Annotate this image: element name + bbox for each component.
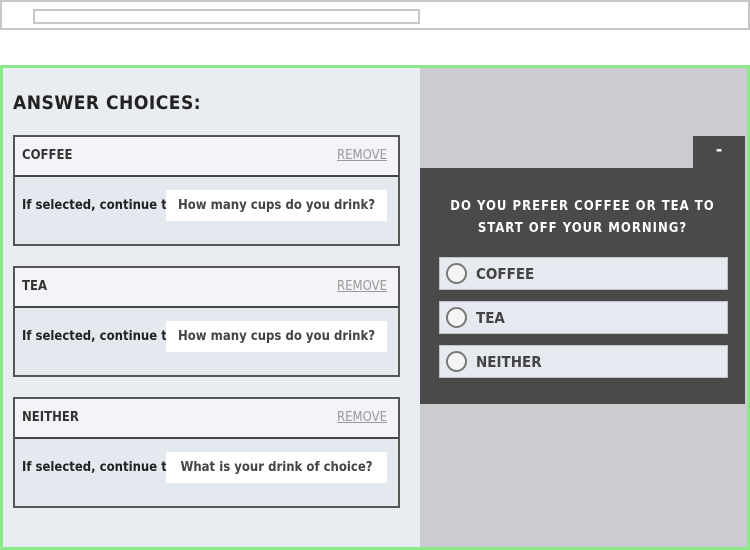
- radio-icon[interactable]: [446, 351, 467, 372]
- option-tea[interactable]: TEA: [439, 301, 728, 334]
- choice-card-header: TEA REMOVE: [15, 268, 398, 308]
- continue-label: If selected, continue to:: [22, 329, 180, 344]
- option-neither[interactable]: NEITHER: [439, 345, 728, 378]
- question-text: DO YOU PREFER COFFEE OR TEA TO START OFF…: [450, 199, 715, 236]
- choice-name: NEITHER: [22, 410, 79, 425]
- continue-label: If selected, continue to:: [22, 198, 180, 213]
- option-label: COFFEE: [476, 265, 535, 283]
- choice-name: TEA: [22, 279, 48, 294]
- choice-card-coffee: COFFEE REMOVE If selected, continue to: …: [13, 135, 400, 246]
- choice-card-body: If selected, continue to: How many cups …: [15, 177, 398, 244]
- choice-card-header: NEITHER REMOVE: [15, 399, 398, 439]
- continue-to-select[interactable]: What is your drink of choice?: [166, 452, 387, 483]
- answer-choices-title: ANSWER CHOICES:: [13, 92, 202, 114]
- remove-choice-link[interactable]: REMOVE: [337, 279, 387, 294]
- answer-choices-editor: ANSWER CHOICES: COFFEE REMOVE If selecte…: [3, 68, 420, 547]
- continue-label: If selected, continue to:: [22, 460, 180, 475]
- continue-to-select[interactable]: How many cups do you drink?: [166, 190, 387, 221]
- choice-card-body: If selected, continue to: How many cups …: [15, 308, 398, 375]
- continue-to-select[interactable]: How many cups do you drink?: [166, 321, 387, 352]
- choice-name: COFFEE: [22, 148, 73, 163]
- choice-card-header: COFFEE REMOVE: [15, 137, 398, 177]
- option-coffee[interactable]: COFFEE: [439, 257, 728, 290]
- collapse-preview-button[interactable]: -: [693, 136, 745, 169]
- radio-icon[interactable]: [446, 263, 467, 284]
- question-builder-frame: ANSWER CHOICES: COFFEE REMOVE If selecte…: [0, 65, 750, 550]
- choice-card-tea: TEA REMOVE If selected, continue to: How…: [13, 266, 400, 377]
- remove-choice-link[interactable]: REMOVE: [337, 148, 387, 163]
- radio-icon[interactable]: [446, 307, 467, 328]
- choice-card-neither: NEITHER REMOVE If selected, continue to:…: [13, 397, 400, 508]
- top-bar: [0, 0, 750, 30]
- top-input-field[interactable]: [33, 9, 420, 24]
- option-label: NEITHER: [476, 353, 542, 371]
- question-preview-area: - DO YOU PREFER COFFEE OR TEA TO START O…: [420, 68, 747, 547]
- question-preview-panel: DO YOU PREFER COFFEE OR TEA TO START OFF…: [420, 168, 745, 404]
- choice-card-body: If selected, continue to: What is your d…: [15, 439, 398, 506]
- remove-choice-link[interactable]: REMOVE: [337, 410, 387, 425]
- option-label: TEA: [476, 309, 505, 327]
